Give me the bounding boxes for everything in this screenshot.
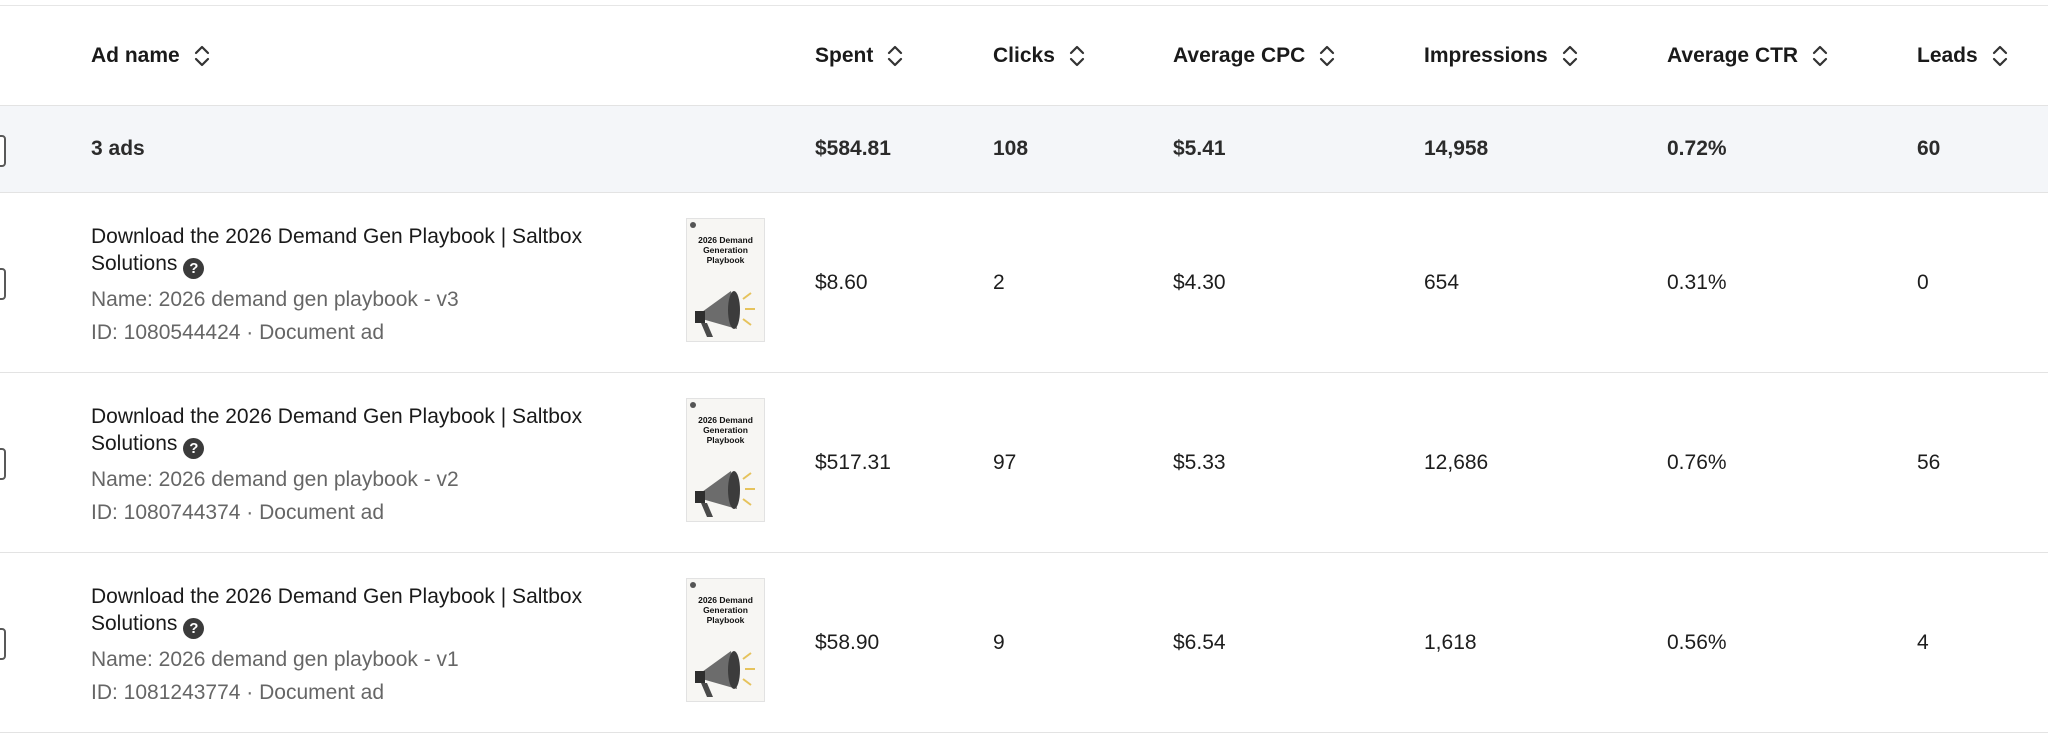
spent-value: $58.90 (815, 630, 880, 654)
summary-average-ctr: 0.72% (1667, 137, 1727, 160)
ad-thumbnail[interactable]: 2026 Demand Generation Playbook (686, 218, 765, 342)
leads-value: 4 (1917, 630, 1929, 654)
summary-label: 3 ads (91, 137, 145, 160)
help-circle-icon[interactable]: ? (183, 438, 205, 459)
sort-updown-icon[interactable] (1069, 44, 1085, 68)
leads-value: 0 (1917, 270, 1929, 294)
table-row[interactable]: Download the 2026 Demand Gen Playbook | … (0, 193, 2048, 373)
column-header-average-ctr[interactable]: Average CTR (1667, 6, 1828, 105)
average-cpc-value: $4.30 (1173, 270, 1226, 294)
average-cpc-value: $5.33 (1173, 450, 1226, 474)
average-ctr-value: 0.76% (1667, 450, 1727, 474)
ad-name: Name: 2026 demand gen playbook - v1 (91, 648, 459, 671)
average-ctr-value: 0.31% (1667, 270, 1727, 294)
summary-clicks: 108 (993, 137, 1029, 160)
ad-name: Name: 2026 demand gen playbook - v2 (91, 468, 459, 491)
ad-id: ID: 1080544424 · Document ad (91, 321, 385, 344)
column-header-impressions[interactable]: Impressions (1424, 6, 1578, 105)
thumbnail-title: 2026 Demand Generation Playbook (698, 595, 753, 625)
thumbnail-title: 2026 Demand Generation Playbook (698, 415, 753, 445)
row-checkbox[interactable] (0, 268, 6, 300)
megaphone-icon (695, 651, 755, 697)
ad-id: ID: 1080744374 · Document ad (91, 501, 385, 524)
ad-id: ID: 1081243774 · Document ad (91, 681, 385, 704)
ad-info: Download the 2026 Demand Gen Playbook | … (91, 223, 651, 349)
ad-title[interactable]: Download the 2026 Demand Gen Playbook | … (91, 223, 651, 279)
megaphone-icon (695, 471, 755, 517)
leads-value: 56 (1917, 450, 1941, 474)
sort-updown-icon[interactable] (194, 44, 210, 68)
help-circle-icon[interactable]: ? (183, 618, 205, 639)
column-header-clicks[interactable]: Clicks (993, 6, 1085, 105)
summary-impressions: 14,958 (1424, 137, 1489, 160)
column-header-spent[interactable]: Spent (815, 6, 903, 105)
brand-logo-icon (690, 582, 696, 588)
megaphone-icon (695, 291, 755, 337)
column-header-ad-name[interactable]: Ad name (91, 6, 210, 105)
table-row[interactable]: Download the 2026 Demand Gen Playbook | … (0, 373, 2048, 553)
ad-info: Download the 2026 Demand Gen Playbook | … (91, 403, 651, 529)
ad-title[interactable]: Download the 2026 Demand Gen Playbook | … (91, 583, 651, 639)
impressions-value: 12,686 (1424, 450, 1489, 474)
ad-info: Download the 2026 Demand Gen Playbook | … (91, 583, 651, 709)
impressions-value: 654 (1424, 270, 1460, 294)
column-header-leads[interactable]: Leads (1917, 6, 2008, 105)
ad-thumbnail[interactable]: 2026 Demand Generation Playbook (686, 398, 765, 522)
clicks-value: 2 (993, 270, 1005, 294)
column-header-average-cpc[interactable]: Average CPC (1173, 6, 1335, 105)
summary-leads: 60 (1917, 137, 1941, 160)
help-circle-icon[interactable]: ? (183, 258, 205, 279)
sort-updown-icon[interactable] (1992, 44, 2008, 68)
thumbnail-title: 2026 Demand Generation Playbook (698, 235, 753, 265)
spent-value: $517.31 (815, 450, 891, 474)
sort-updown-icon[interactable] (1812, 44, 1828, 68)
select-all-checkbox[interactable] (0, 135, 6, 167)
sort-updown-icon[interactable] (1562, 44, 1578, 68)
brand-logo-icon (690, 402, 696, 408)
brand-logo-icon (690, 222, 696, 228)
summary-average-cpc: $5.41 (1173, 137, 1226, 160)
summary-row: 3 ads $584.81 108 $5.41 14,958 0.72% 60 (0, 106, 2048, 193)
row-checkbox[interactable] (0, 628, 6, 660)
average-cpc-value: $6.54 (1173, 630, 1226, 654)
ad-title[interactable]: Download the 2026 Demand Gen Playbook | … (91, 403, 651, 459)
table-row[interactable]: Download the 2026 Demand Gen Playbook | … (0, 553, 2048, 733)
impressions-value: 1,618 (1424, 630, 1477, 654)
table-header: Ad name Spent Clicks Average CPC Impress… (0, 6, 2048, 106)
clicks-value: 9 (993, 630, 1005, 654)
average-ctr-value: 0.56% (1667, 630, 1727, 654)
row-checkbox[interactable] (0, 448, 6, 480)
sort-updown-icon[interactable] (887, 44, 903, 68)
spent-value: $8.60 (815, 270, 868, 294)
sort-updown-icon[interactable] (1319, 44, 1335, 68)
summary-spent: $584.81 (815, 137, 891, 160)
ad-thumbnail[interactable]: 2026 Demand Generation Playbook (686, 578, 765, 702)
ad-name: Name: 2026 demand gen playbook - v3 (91, 288, 459, 311)
clicks-value: 97 (993, 450, 1017, 474)
